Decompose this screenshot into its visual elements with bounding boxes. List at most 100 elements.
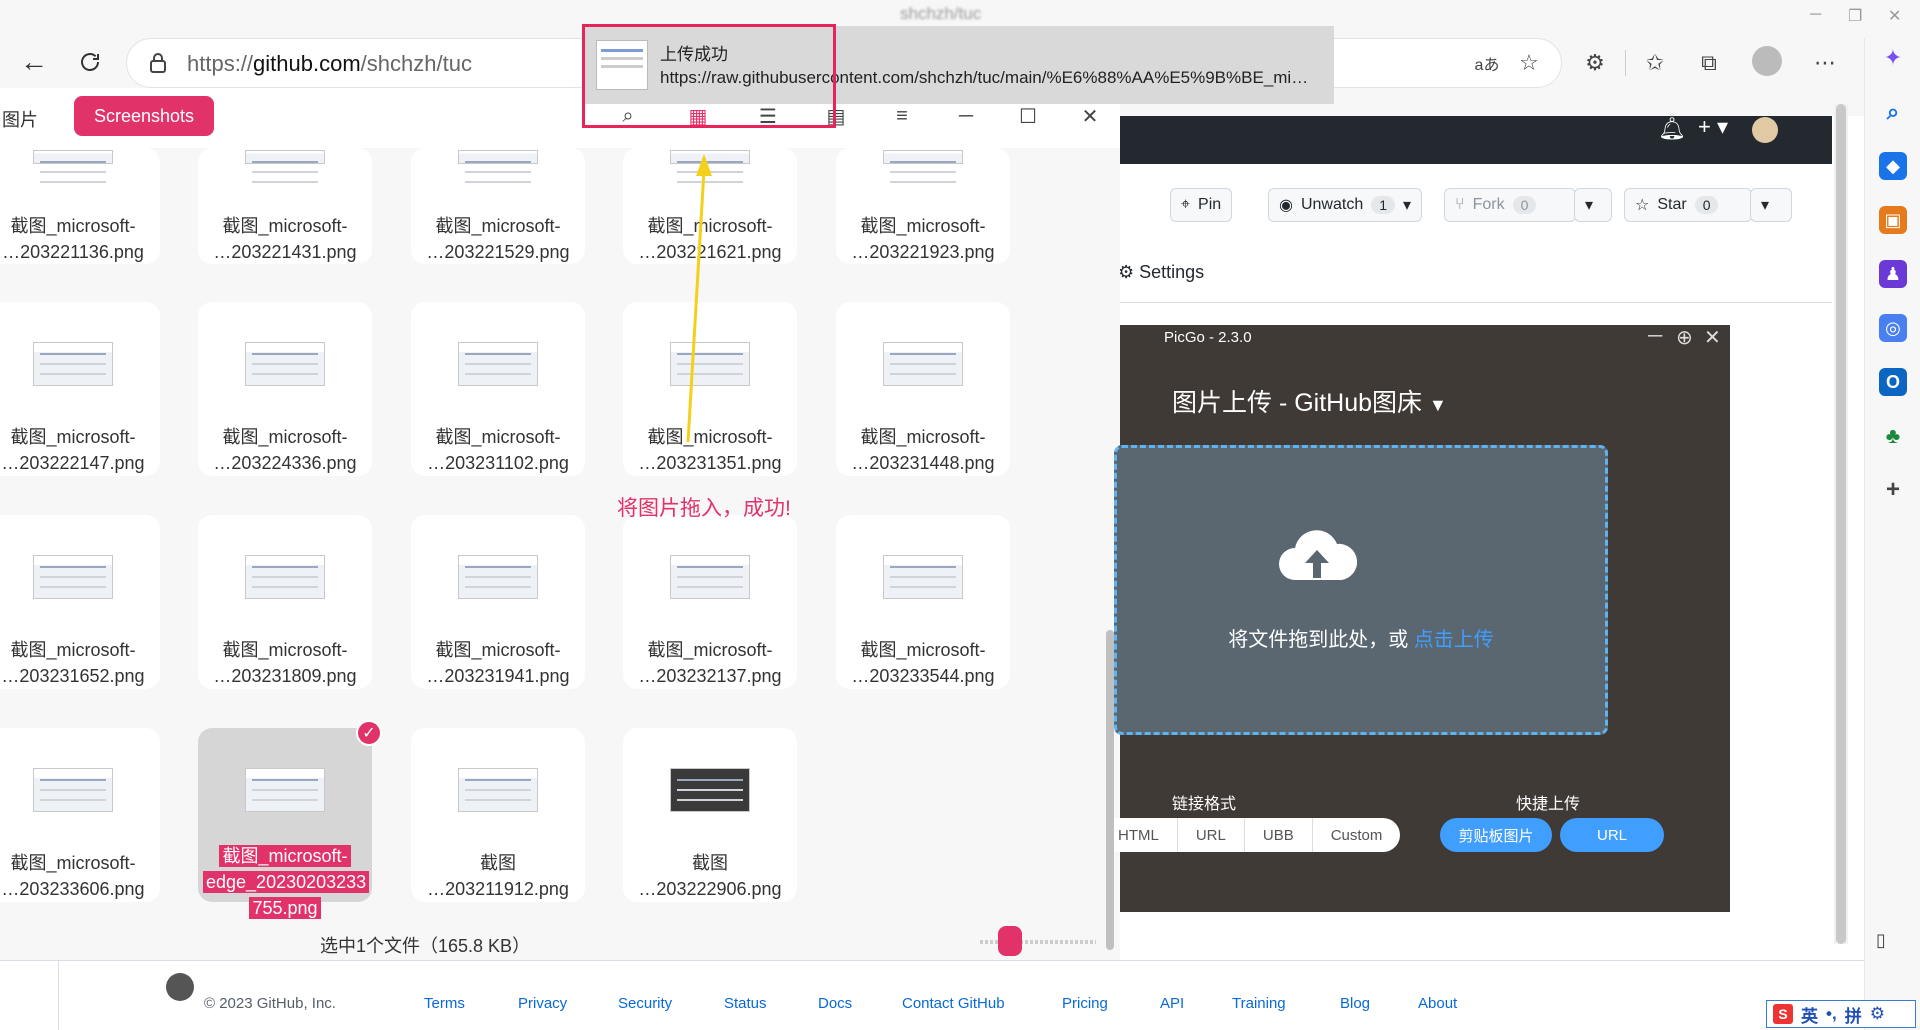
file-browser-scrollbar[interactable] [1106, 630, 1114, 950]
annotation-arrow [686, 154, 712, 443]
minimize-icon[interactable]: ─ [1648, 325, 1662, 348]
clipboard-upload-button[interactable]: 剪贴板图片 [1440, 818, 1552, 852]
collections-icon[interactable]: ⧉ [1694, 48, 1724, 78]
file-item[interactable]: 截图_microsoft- …203221431.png [198, 148, 372, 264]
file-item[interactable]: 截图_microsoft- …203222147.png [0, 302, 160, 476]
maximize-icon[interactable]: ☐ [1016, 104, 1040, 128]
fork-dropdown[interactable]: ▾ [1574, 188, 1612, 222]
shopping-icon[interactable]: ◆ [1879, 152, 1907, 180]
footer-link[interactable]: Docs [818, 995, 852, 1012]
close-icon[interactable]: ✕ [1888, 6, 1901, 26]
notification-icon[interactable]: 🔔︎ [1658, 116, 1686, 142]
outlook-icon[interactable]: O [1879, 368, 1907, 396]
fork-button[interactable]: ⑂ Fork 0 [1444, 188, 1576, 222]
file-item[interactable]: 截图_microsoft- …203232137.png [623, 515, 797, 689]
minimize-icon[interactable]: ─ [954, 104, 978, 128]
footer-link[interactable]: Blog [1340, 995, 1370, 1012]
format-custom[interactable]: Custom [1311, 818, 1401, 852]
office-icon[interactable]: ◎ [1879, 314, 1907, 342]
file-name-line2: …203211912.png [427, 879, 569, 899]
search-icon[interactable]: ⌕ [1879, 98, 1907, 126]
fork-icon: ⑂ [1455, 196, 1465, 213]
favorites-icon[interactable]: ✩ [1640, 48, 1670, 78]
pin-window-icon[interactable]: ⊕ [1676, 325, 1693, 350]
footer-link[interactable]: API [1160, 995, 1184, 1012]
file-thumbnail [670, 555, 750, 599]
file-item[interactable]: 截图 …203211912.png [411, 728, 585, 902]
tab-screenshots[interactable]: Screenshots [74, 96, 214, 136]
footer-link[interactable]: Privacy [518, 995, 567, 1012]
pin-button[interactable]: ⌖ Pin [1170, 188, 1233, 222]
ime-language[interactable]: 英 [1801, 1002, 1818, 1027]
github-avatar[interactable] [1752, 117, 1778, 143]
menu-icon[interactable]: ≡ [890, 104, 914, 128]
settings-tab[interactable]: ⚙ Settings [1118, 262, 1204, 283]
star-button[interactable]: ☆ Star 0 [1624, 188, 1752, 222]
toolbar-divider [1625, 50, 1626, 76]
ime-toolbar[interactable]: S 英 •, 拼 ⚙ [1766, 1000, 1916, 1028]
file-name-line1: 截图_microsoft- [10, 216, 136, 236]
star-dropdown[interactable]: ▾ [1750, 188, 1792, 222]
file-item[interactable]: 截图_microsoft- …203221136.png [0, 148, 160, 264]
copilot-icon[interactable]: ✦ [1879, 44, 1907, 72]
create-new-icon[interactable]: + ▾ [1698, 114, 1728, 140]
more-icon[interactable]: ⋯ [1810, 48, 1840, 78]
file-name-line2: …203231448.png [851, 453, 995, 473]
games-icon[interactable]: ♟ [1879, 260, 1907, 288]
sidebar-toggle-icon[interactable]: ▯ [1876, 930, 1886, 951]
file-item[interactable]: 截图_microsoft- …203233544.png [836, 515, 1010, 689]
file-item[interactable]: 截图_microsoft- …203231102.png [411, 302, 585, 476]
back-icon[interactable]: ← [16, 44, 52, 80]
add-sidebar-icon[interactable]: + [1879, 476, 1907, 504]
footer-link[interactable]: Terms [424, 995, 465, 1012]
footer-link[interactable]: Pricing [1062, 995, 1108, 1012]
file-item[interactable]: 截图_microsoft- …203231652.png [0, 515, 160, 689]
close-icon[interactable]: ✕ [1078, 104, 1102, 128]
minimize-icon[interactable]: ─ [1810, 6, 1821, 24]
link-format-selector: HTML URL UBB Custom [1114, 818, 1401, 852]
file-thumbnail [883, 150, 963, 183]
tab-images[interactable]: 图片 [2, 106, 38, 132]
url-upload-button[interactable]: URL [1560, 818, 1664, 852]
footer-link[interactable]: Contact GitHub [902, 995, 1005, 1012]
close-icon[interactable]: ✕ [1704, 325, 1721, 350]
tree-icon[interactable]: ♣ [1879, 422, 1907, 450]
selected-file-name: 截图_microsoft-edge_20230203233 755.png [203, 843, 370, 921]
page-scrollbar[interactable] [1834, 104, 1848, 944]
read-aloud-icon[interactable]: aあ [1472, 48, 1502, 78]
footer-link[interactable]: Security [618, 995, 672, 1012]
ime-punctuation-icon[interactable]: •, [1826, 1004, 1837, 1024]
footer-link[interactable]: Status [724, 995, 767, 1012]
upload-dropzone[interactable]: 将文件拖到此处，或 点击上传 [1114, 445, 1608, 735]
footer-link[interactable]: About [1418, 995, 1457, 1012]
file-item[interactable]: 截图_microsoft- …203224336.png [198, 302, 372, 476]
file-item[interactable]: 截图_microsoft- …203231941.png [411, 515, 585, 689]
footer-link[interactable]: Training [1232, 995, 1286, 1012]
picgo-heading[interactable]: 图片上传 - GitHub图床 ▼ [1172, 383, 1447, 419]
restore-icon[interactable]: ❐ [1848, 6, 1862, 26]
file-item[interactable]: 截图_microsoft- …203233606.png [0, 728, 160, 902]
format-ubb[interactable]: UBB [1243, 818, 1312, 852]
file-name-line1: 截图_microsoft- [10, 640, 136, 660]
click-upload-link[interactable]: 点击上传 [1414, 629, 1494, 651]
ime-settings-icon[interactable]: ⚙ [1870, 1004, 1885, 1024]
file-item[interactable]: 截图 …203222906.png [623, 728, 797, 902]
zoom-slider-knob[interactable] [998, 926, 1022, 956]
format-html[interactable]: HTML [1114, 818, 1177, 852]
format-url[interactable]: URL [1176, 818, 1244, 852]
unwatch-button[interactable]: ◉ Unwatch 1 ▾ [1268, 188, 1423, 222]
file-item[interactable]: 截图_microsoft- …203221923.png [836, 148, 1010, 264]
selected-check-icon: ✓ [356, 720, 382, 746]
file-item[interactable]: 截图_microsoft- …203221529.png [411, 148, 585, 264]
file-item[interactable]: 截图_microsoft- …203231809.png [198, 515, 372, 689]
tools-icon[interactable]: ▣ [1879, 206, 1907, 234]
reload-icon[interactable] [72, 44, 108, 80]
file-thumbnail [245, 555, 325, 599]
selection-status: 选中1个文件（165.8 KB） [320, 936, 531, 956]
favorite-add-icon[interactable]: ☆ [1514, 48, 1544, 78]
ime-mode[interactable]: 拼 [1845, 1002, 1862, 1027]
tab-divider [1118, 302, 1832, 303]
file-item[interactable]: 截图_microsoft- …203231448.png [836, 302, 1010, 476]
profile-avatar[interactable] [1752, 46, 1782, 76]
extensions-icon[interactable]: ⚙ [1580, 48, 1610, 78]
